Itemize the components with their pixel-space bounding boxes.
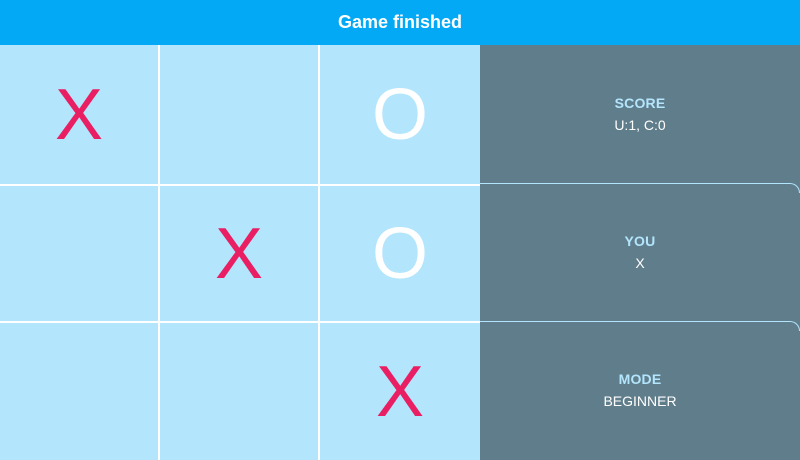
grid-line-horizontal-1 [0, 184, 480, 186]
info-divider-1 [480, 183, 800, 193]
x-mark: X [54, 74, 104, 155]
score-section: SCORE U:1, C:0 [480, 95, 800, 133]
game-status-header: Game finished [0, 0, 800, 45]
board-cell-1[interactable]: X [0, 45, 158, 184]
player-value: X [635, 255, 645, 271]
tic-tac-toe-app: Game finished X O X O X SCORE U:1, C:0 Y… [0, 0, 800, 460]
info-panel: SCORE U:1, C:0 YOU X MODE BEGINNER [480, 45, 800, 460]
grid-line-vertical-1 [158, 45, 160, 460]
x-mark: X [214, 213, 264, 294]
info-divider-2 [480, 321, 800, 331]
o-mark: O [371, 213, 428, 294]
grid-line-vertical-2 [318, 45, 320, 460]
board-cell-7[interactable] [0, 323, 158, 460]
game-status-text: Game finished [337, 12, 463, 32]
score-label: SCORE [614, 95, 666, 111]
o-mark: O [371, 74, 428, 155]
board-cell-6[interactable]: O [320, 186, 480, 321]
board-cell-8[interactable] [160, 323, 318, 460]
game-board: X O X O X [0, 45, 480, 460]
board-cell-3[interactable]: O [320, 45, 480, 184]
mode-label: MODE [618, 371, 662, 387]
mode-section: MODE BEGINNER [480, 371, 800, 409]
player-section: YOU X [480, 233, 800, 271]
board-cell-2[interactable] [160, 45, 318, 184]
score-value: U:1, C:0 [614, 117, 666, 133]
x-mark: X [375, 351, 425, 432]
mode-value: BEGINNER [603, 393, 677, 409]
board-cell-9[interactable]: X [320, 323, 480, 460]
player-label: YOU [624, 233, 656, 249]
grid-line-horizontal-2 [0, 321, 480, 323]
board-cell-4[interactable] [0, 186, 158, 321]
board-cell-5[interactable]: X [160, 186, 318, 321]
